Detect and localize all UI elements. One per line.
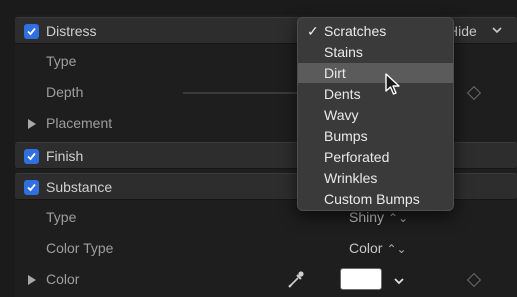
diamond-icon[interactable] xyxy=(466,272,482,288)
up-down-arrows-icon: ⌃⌄ xyxy=(388,211,409,225)
color-type-row: Color Type Color ⌃⌄ xyxy=(15,235,517,262)
menu-item-label: Wavy xyxy=(324,107,359,123)
menu-item-label: Dirt xyxy=(324,65,346,81)
type-label: Type xyxy=(46,53,77,69)
substance-label: Substance xyxy=(46,179,113,195)
checkmark-icon xyxy=(27,152,36,161)
color-type-label: Color Type xyxy=(46,240,114,256)
color-row[interactable]: Color xyxy=(15,266,517,293)
color-type-popup[interactable]: Color ⌃⌄ xyxy=(349,240,407,256)
distress-type-menu: ✓ Scratches Stains Dirt Dents Wavy Bumps… xyxy=(297,17,454,211)
menu-item-dents[interactable]: Dents xyxy=(298,84,453,104)
menu-item-label: Stains xyxy=(324,44,363,60)
substance-checkbox[interactable] xyxy=(24,180,39,195)
checkmark-icon xyxy=(27,27,36,36)
menu-item-stains[interactable]: Stains xyxy=(298,42,453,62)
distress-label: Distress xyxy=(46,23,97,39)
depth-label: Depth xyxy=(46,84,84,100)
eyedropper-icon[interactable] xyxy=(287,269,305,292)
substance-type-popup[interactable]: Shiny ⌃⌄ xyxy=(349,209,408,225)
menu-item-scratches[interactable]: ✓ Scratches xyxy=(298,21,453,41)
checkmark-icon: ✓ xyxy=(307,23,319,39)
chevron-down-icon[interactable] xyxy=(394,272,404,288)
menu-item-label: Perforated xyxy=(324,149,390,165)
menu-item-wrinkles[interactable]: Wrinkles xyxy=(298,168,453,188)
up-down-arrows-icon: ⌃⌄ xyxy=(386,242,407,256)
checkmark-icon xyxy=(27,183,36,192)
menu-item-label: Dents xyxy=(324,86,361,102)
disclosure-triangle-icon[interactable] xyxy=(28,275,36,285)
menu-item-label: Wrinkles xyxy=(324,170,378,186)
placement-label: Placement xyxy=(46,115,113,131)
disclosure-triangle-icon[interactable] xyxy=(28,119,36,129)
diamond-icon[interactable] xyxy=(466,85,482,101)
menu-item-custom-bumps[interactable]: Custom Bumps xyxy=(298,189,453,209)
finish-checkbox[interactable] xyxy=(24,149,39,164)
depth-slider[interactable] xyxy=(183,92,298,94)
color-label: Color xyxy=(46,271,80,287)
menu-item-label: Bumps xyxy=(324,128,368,144)
menu-item-bumps[interactable]: Bumps xyxy=(298,126,453,146)
menu-item-wavy[interactable]: Wavy xyxy=(298,105,453,125)
chevron-down-icon[interactable] xyxy=(492,23,502,37)
color-swatch[interactable] xyxy=(340,268,382,290)
menu-item-dirt[interactable]: Dirt xyxy=(298,63,453,83)
menu-item-perforated[interactable]: Perforated xyxy=(298,147,453,167)
menu-item-label: Scratches xyxy=(324,23,387,39)
substance-type-value: Shiny xyxy=(349,209,385,225)
color-type-value: Color xyxy=(349,240,383,256)
pointer-cursor-icon xyxy=(385,73,403,100)
distress-checkbox[interactable] xyxy=(24,24,39,39)
finish-label: Finish xyxy=(46,148,84,164)
menu-item-label: Custom Bumps xyxy=(324,191,420,207)
substance-type-label: Type xyxy=(46,209,77,225)
